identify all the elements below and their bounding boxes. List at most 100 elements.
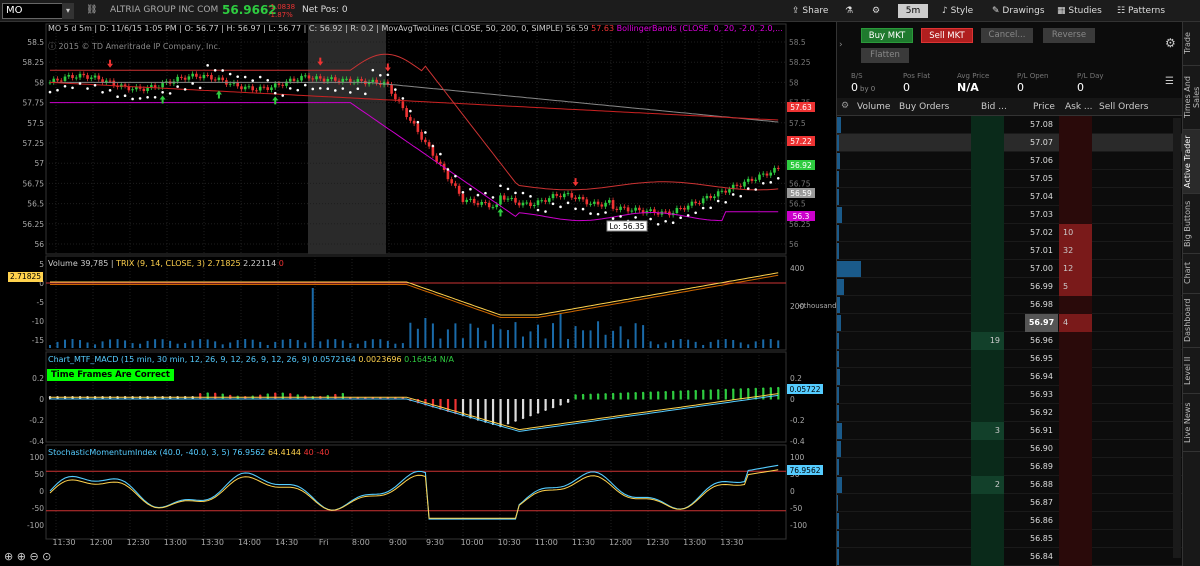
ask-size-cell[interactable] <box>1059 386 1092 404</box>
bid-size-cell[interactable] <box>971 296 1004 314</box>
bid-size-cell[interactable] <box>971 206 1004 224</box>
ask-size-cell[interactable] <box>1059 116 1092 134</box>
bid-size-cell[interactable] <box>971 512 1004 530</box>
price-ladder[interactable]: 57.08 57.07 57.06 57.05 57.04 57.03 57.02 10 57.… <box>837 116 1183 566</box>
side-tab-level-ii[interactable]: Level II <box>1183 348 1200 394</box>
ask-size-cell[interactable] <box>1059 368 1092 386</box>
ladder-row[interactable]: 56.85 <box>837 530 1183 548</box>
sell-mkt-button[interactable]: Sell MKT <box>921 28 973 43</box>
ask-size-cell[interactable] <box>1059 332 1092 350</box>
ask-size-cell[interactable]: 4 <box>1059 314 1092 332</box>
ask-size-cell[interactable]: 32 <box>1059 242 1092 260</box>
symbol-dropdown-icon[interactable]: ▾ <box>62 3 74 19</box>
reverse-button[interactable]: Reverse <box>1043 28 1095 43</box>
ladder-row[interactable]: 56.86 <box>837 512 1183 530</box>
ladder-row[interactable]: 19 56.96 <box>837 332 1183 350</box>
ladder-row[interactable]: 56.95 <box>837 350 1183 368</box>
ask-size-cell[interactable] <box>1059 170 1092 188</box>
ladder-row[interactable]: 56.93 <box>837 386 1183 404</box>
bid-size-cell[interactable] <box>971 350 1004 368</box>
ladder-row[interactable]: 56.87 <box>837 494 1183 512</box>
flatten-button[interactable]: Flatten <box>861 48 909 63</box>
ladder-row[interactable]: 3 56.91 <box>837 422 1183 440</box>
ask-size-cell[interactable] <box>1059 422 1092 440</box>
side-tab-live-news[interactable]: Live News <box>1183 394 1200 452</box>
cancel-button[interactable]: Cancel... <box>981 28 1033 43</box>
ladder-row[interactable]: 56.89 <box>837 458 1183 476</box>
bid-size-cell[interactable] <box>971 134 1004 152</box>
bid-size-cell[interactable] <box>971 386 1004 404</box>
side-tab-big-buttons[interactable]: Big Buttons <box>1183 194 1200 254</box>
ladder-row[interactable]: 56.98 <box>837 296 1183 314</box>
side-tab-times-and-sales[interactable]: Times And Sales <box>1183 66 1200 130</box>
bid-size-cell[interactable]: 2 <box>971 476 1004 494</box>
zoom-reset-icon[interactable]: ⊙ <box>42 550 51 563</box>
menu-icon[interactable]: ☰ <box>1165 76 1174 87</box>
gear-icon[interactable]: ⚙ <box>1165 36 1176 50</box>
ask-size-cell[interactable] <box>1059 512 1092 530</box>
bid-size-cell[interactable] <box>971 440 1004 458</box>
timeframe-button[interactable]: 5m <box>898 4 928 18</box>
ask-size-cell[interactable] <box>1059 350 1092 368</box>
bid-size-cell[interactable] <box>971 260 1004 278</box>
bid-size-cell[interactable]: 3 <box>971 422 1004 440</box>
chart-area[interactable]: 58.558.558.2558.25585857.7557.7557.557.5… <box>0 22 836 566</box>
bid-size-cell[interactable] <box>971 404 1004 422</box>
ladder-row[interactable]: 56.99 5 <box>837 278 1183 296</box>
drawings-button[interactable]: ✎ Drawings <box>992 4 1045 18</box>
ask-size-cell[interactable] <box>1059 296 1092 314</box>
ask-size-cell[interactable] <box>1059 530 1092 548</box>
bid-size-cell[interactable] <box>971 224 1004 242</box>
ladder-row[interactable]: 57.01 32 <box>837 242 1183 260</box>
ask-size-cell[interactable] <box>1059 206 1092 224</box>
ladder-row[interactable]: 57.05 <box>837 170 1183 188</box>
ask-size-cell[interactable] <box>1059 476 1092 494</box>
ladder-row[interactable]: 57.04 <box>837 188 1183 206</box>
col-ask-size[interactable]: Ask ... <box>1065 102 1093 112</box>
ladder-row[interactable]: 57.08 <box>837 116 1183 134</box>
ladder-row[interactable]: 56.92 <box>837 404 1183 422</box>
bid-size-cell[interactable] <box>971 548 1004 566</box>
ladder-row[interactable]: 56.84 <box>837 548 1183 566</box>
bid-size-cell[interactable] <box>971 530 1004 548</box>
ladder-row[interactable]: 2 56.88 <box>837 476 1183 494</box>
ask-size-cell[interactable] <box>1059 188 1092 206</box>
settings-icon[interactable]: ⚙ <box>841 101 849 111</box>
side-tab-active-trader[interactable]: Active Trader <box>1183 130 1200 194</box>
zoom-out-icon[interactable]: ⊖ <box>29 550 38 563</box>
ladder-row[interactable]: 57.00 12 <box>837 260 1183 278</box>
ask-size-cell[interactable] <box>1059 134 1092 152</box>
collapse-chevron-icon[interactable]: › <box>839 40 843 50</box>
bid-size-cell[interactable] <box>971 494 1004 512</box>
ladder-row[interactable]: 57.06 <box>837 152 1183 170</box>
bid-size-cell[interactable] <box>971 170 1004 188</box>
ask-size-cell[interactable] <box>1059 458 1092 476</box>
bid-size-cell[interactable] <box>971 278 1004 296</box>
ask-size-cell[interactable]: 5 <box>1059 278 1092 296</box>
flask-icon[interactable]: ⚗ <box>845 4 853 18</box>
gear-icon[interactable]: ⚙ <box>872 4 880 18</box>
ladder-row[interactable]: 56.90 <box>837 440 1183 458</box>
bid-size-cell[interactable] <box>971 116 1004 134</box>
ladder-scrollbar[interactable] <box>1173 118 1181 558</box>
ask-size-cell[interactable] <box>1059 152 1092 170</box>
buy-mkt-button[interactable]: Buy MKT <box>861 28 913 43</box>
side-tab-chart[interactable]: Chart <box>1183 254 1200 294</box>
col-sell-orders[interactable]: Sell Orders <box>1099 102 1148 112</box>
col-volume[interactable]: Volume <box>857 102 890 112</box>
bid-size-cell[interactable] <box>971 242 1004 260</box>
ladder-row[interactable]: 57.02 10 <box>837 224 1183 242</box>
bid-size-cell[interactable] <box>971 188 1004 206</box>
ladder-row[interactable]: 56.97 4 <box>837 314 1183 332</box>
ladder-row[interactable]: 57.03 <box>837 206 1183 224</box>
studies-button[interactable]: ▦ Studies <box>1057 4 1102 18</box>
zoom-in-icon[interactable]: ⊕ <box>17 550 26 563</box>
ask-size-cell[interactable] <box>1059 404 1092 422</box>
bid-size-cell[interactable] <box>971 458 1004 476</box>
bid-size-cell[interactable]: 19 <box>971 332 1004 350</box>
col-bid-size[interactable]: Bid ... <box>981 102 1007 112</box>
patterns-button[interactable]: ☷ Patterns <box>1117 4 1165 18</box>
ask-size-cell[interactable]: 12 <box>1059 260 1092 278</box>
side-tab-trade[interactable]: Trade <box>1183 22 1200 66</box>
ask-size-cell[interactable] <box>1059 494 1092 512</box>
